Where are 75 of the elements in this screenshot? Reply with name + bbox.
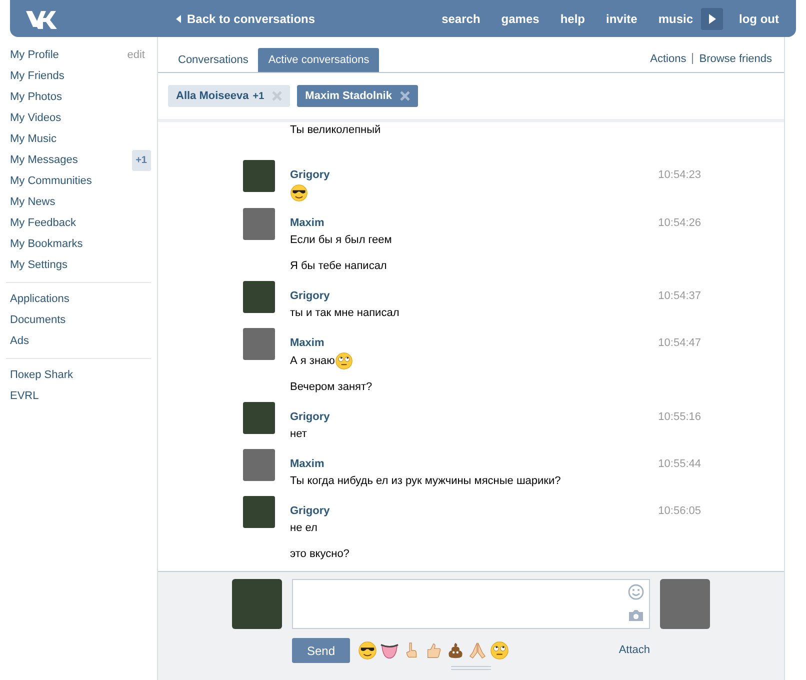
message-text: ты и так мне написал [290, 306, 400, 322]
author-name[interactable]: Grigory [290, 167, 330, 184]
message-time: 10:54:26 [658, 216, 701, 231]
message-time: 10:54:37 [658, 289, 701, 304]
nav-link[interactable]: log out [739, 10, 779, 28]
message-text: это вкусно? [290, 547, 350, 562]
message-text: Вечером занят? [290, 380, 372, 396]
sidebar-item[interactable]: My News [10, 194, 56, 211]
rolling-eyes-emoji-icon[interactable] [490, 641, 509, 660]
chip-count: +1 [252, 90, 264, 104]
message-time: 10:56:05 [658, 504, 701, 519]
action-link[interactable]: Actions [650, 50, 686, 67]
message-text: Ты когда нибудь ел из рук мужчины мясные шарики? [290, 474, 561, 490]
tongue-emoji-icon[interactable] [380, 641, 399, 660]
sidebar-item[interactable]: My Feedback [10, 215, 76, 232]
play-icon[interactable] [701, 8, 724, 30]
author-name[interactable]: Grigory [290, 288, 330, 304]
tab[interactable]: Active conversations [258, 48, 380, 72]
rolling-eyes-emoji-icon [334, 352, 353, 370]
nav-link[interactable]: games [501, 10, 540, 28]
message-time: 10:55:16 [658, 410, 701, 425]
conversation-chip[interactable]: Maxim Stadolnik [297, 85, 418, 107]
sidebar-item[interactable]: My Messages [10, 152, 78, 169]
nav-link[interactable]: invite [606, 10, 638, 28]
nav-link[interactable]: search [442, 10, 480, 28]
sidebar-item[interactable]: My Videos [10, 110, 62, 127]
message-text: не ел [290, 521, 318, 536]
chip-name: Maxim Stadolnik [305, 88, 392, 104]
sidebar-item[interactable]: Applications [10, 291, 70, 308]
praying-hands-icon[interactable] [468, 641, 487, 660]
unread-count: +1 [132, 150, 151, 171]
sidebar-item[interactable]: My Photos [10, 89, 62, 106]
close-icon[interactable] [400, 91, 410, 101]
sidebar-item[interactable]: My Profile [10, 47, 59, 64]
author-name[interactable]: Maxim [290, 335, 324, 352]
message-text: нет [290, 427, 307, 442]
sidebar-item[interactable]: Ads [10, 333, 29, 350]
sidebar-item[interactable]: EVRL [10, 388, 39, 405]
author-name[interactable]: Grigory [290, 409, 330, 426]
close-icon[interactable] [272, 91, 282, 101]
sidebar-item[interactable]: Покер Shark [10, 367, 73, 384]
send-button[interactable]: Send [292, 638, 350, 663]
author-name[interactable]: Maxim [290, 215, 324, 232]
attach-link[interactable]: Attach [618, 642, 650, 659]
sidebar-item[interactable]: My Settings [10, 257, 68, 274]
message-time: 10:54:23 [658, 168, 701, 183]
message-text: Я бы тебе написал [290, 259, 387, 274]
smiley-icon[interactable] [628, 584, 644, 600]
sidebar-item[interactable]: My Music [10, 131, 56, 148]
author-name[interactable]: Grigory [290, 503, 330, 520]
message-text: Ты великолепный [290, 123, 381, 138]
back-arrow-icon [176, 14, 181, 22]
message-time: 10:55:44 [658, 457, 701, 472]
sidebar-item[interactable]: My Communities [10, 173, 92, 190]
message-text: А я знаю [290, 354, 335, 369]
message-input-field[interactable] [292, 579, 650, 629]
camera-icon[interactable] [628, 609, 644, 622]
sidebar-item[interactable]: My Bookmarks [10, 236, 83, 253]
message-text: Если бы я был геем [290, 233, 392, 248]
conversation-chip[interactable]: Alla Moiseeva +1 [168, 85, 290, 107]
sunglasses-emoji-icon [290, 184, 308, 202]
vk-logo-icon[interactable] [24, 8, 58, 28]
message-time: 10:54:47 [658, 336, 701, 351]
sidebar-item[interactable]: Documents [10, 312, 66, 329]
poop-icon[interactable] [446, 641, 465, 660]
chip-name: Alla Moiseeva [176, 88, 249, 104]
nav-link[interactable]: music [658, 10, 694, 28]
back-link[interactable]: Back to conversations [176, 10, 316, 28]
action-link[interactable]: Browse friends [699, 50, 772, 67]
sunglasses-emoji-icon[interactable] [358, 641, 377, 660]
resize-handle-icon[interactable] [451, 666, 491, 670]
sidebar-item[interactable]: My Friends [10, 68, 64, 85]
author-name[interactable]: Maxim [290, 456, 324, 472]
nav-link[interactable]: help [560, 10, 585, 28]
tab[interactable]: Conversations [168, 48, 258, 72]
